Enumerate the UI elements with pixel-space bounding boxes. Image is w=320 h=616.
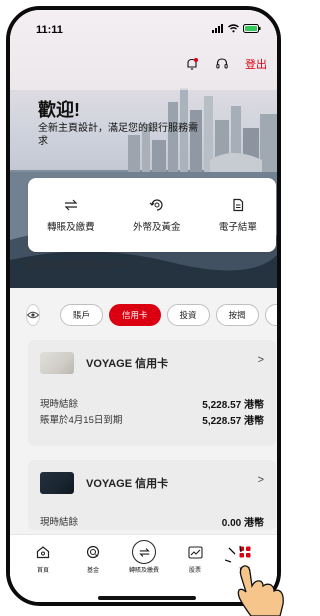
chevron-right-icon[interactable]: > [258, 474, 264, 486]
credit-card-summary[interactable]: VOYAGE 信用卡 > 現時結餘 5,228.57 港幣 賬單於4月15日到期… [28, 340, 276, 446]
balance-value: 0.00 港幣 [221, 518, 264, 529]
fund-icon [86, 545, 100, 559]
tab-fund[interactable]: 基金 [68, 543, 118, 574]
notification-bell-icon[interactable] [185, 57, 199, 71]
greeting-title: 歡迎! [38, 100, 80, 120]
balance-row: 現時結餘 5,228.57 港幣 [40, 396, 264, 411]
fx-gold-icon [149, 198, 163, 211]
status-icons [212, 24, 261, 33]
tab-label: 首頁 [36, 568, 49, 574]
tab-transfer[interactable]: 轉賬及繳費 [119, 540, 169, 574]
filter-pill-net-worth[interactable]: 淨值 [264, 304, 277, 326]
home-indicator [98, 596, 196, 600]
card-title: VOYAGE 信用卡 [86, 358, 169, 370]
tab-label: 股票 [188, 568, 201, 574]
headset-support-icon[interactable] [215, 57, 229, 71]
quick-action-estatement[interactable]: 電子結單 [219, 198, 257, 233]
phone-frame: 11:11 登出 歡迎! 全新主頁設計，滿足您的銀行服務需求 轉賬及繳費 外幣及… [6, 6, 281, 606]
due-value: 5,228.57 港幣 [202, 416, 264, 427]
quick-action-label: 轉賬及繳費 [47, 221, 95, 233]
home-icon [36, 546, 50, 559]
tab-home[interactable]: 首頁 [18, 543, 68, 574]
balance-label: 現時結餘 [40, 517, 79, 528]
card-header: VOYAGE 信用卡 [40, 472, 168, 494]
quick-action-label: 外幣及黃金 [132, 221, 181, 233]
logout-link[interactable]: 登出 [245, 56, 267, 72]
filter-pill-accounts[interactable]: 賬戶 [60, 304, 104, 326]
top-actions: 登出 [185, 56, 267, 72]
balance-row: 現時結餘 0.00 港幣 [40, 514, 264, 529]
quick-action-fx-gold[interactable]: 外幣及黃金 [133, 198, 181, 233]
battery-icon [243, 24, 261, 33]
status-bar: 11:11 [10, 10, 277, 40]
balance-value: 5,228.57 港幣 [202, 400, 264, 411]
last-login-text: 最後登入: 2025年04月3日, 9:43上午 [28, 263, 124, 269]
estatement-icon [233, 198, 243, 211]
stocks-icon [187, 545, 203, 559]
quick-action-label: 電子結單 [218, 221, 257, 233]
quick-action-transfer[interactable]: 轉賬及繳費 [47, 198, 95, 233]
status-time: 11:11 [36, 24, 63, 36]
credit-card-image [40, 352, 74, 374]
visibility-toggle-button[interactable] [26, 304, 40, 326]
tab-label: 轉賬及繳費 [128, 568, 159, 574]
filter-pill-mortgage[interactable]: 按揭 [215, 304, 259, 326]
chevron-right-icon[interactable]: > [258, 354, 264, 366]
filter-pill-credit-card[interactable]: 信用卡 [109, 304, 161, 326]
quick-actions-card: 轉賬及繳費 外幣及黃金 電子結單 [28, 178, 276, 252]
filter-pill-investment[interactable]: 投資 [166, 304, 210, 326]
card-title: VOYAGE 信用卡 [86, 478, 169, 490]
balance-label: 現時結餘 [40, 399, 79, 410]
card-header: VOYAGE 信用卡 [40, 352, 168, 374]
eye-icon [27, 311, 39, 319]
due-label: 賬單於4月15日到期 [40, 415, 123, 426]
tap-hand-icon [225, 546, 284, 616]
tab-stocks[interactable]: 股票 [170, 543, 220, 574]
transfer-circle-icon [132, 540, 156, 564]
transfer-icon [64, 199, 78, 210]
product-filter-bar: 賬戶 信用卡 投資 按揭 淨值 [10, 304, 277, 328]
credit-card-summary[interactable]: VOYAGE 信用卡 > 現時結餘 0.00 港幣 [28, 460, 276, 530]
signal-icon [212, 24, 223, 33]
credit-card-image [40, 472, 74, 494]
tab-label: 基金 [86, 568, 99, 574]
wifi-icon [228, 24, 239, 33]
greeting-subtitle: 全新主頁設計，滿足您的銀行服務需求 [38, 123, 198, 147]
due-row: 賬單於4月15日到期 5,228.57 港幣 [40, 412, 264, 427]
